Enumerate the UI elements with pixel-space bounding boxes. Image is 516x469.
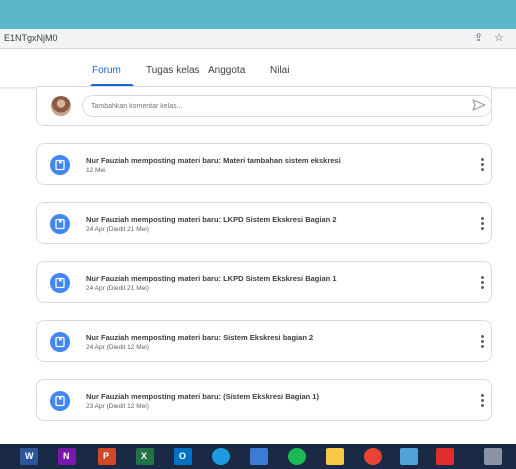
outlook-glyph: O: [179, 451, 187, 461]
share-icon[interactable]: ⇪: [474, 32, 483, 44]
post-date: 24 Apr (Diedit 21 Mei): [86, 226, 149, 233]
post-card[interactable]: Nur Fauziah memposting materi baru: LKPD…: [36, 202, 492, 244]
post-date: 24 Apr (Diedit 12 Mei): [86, 344, 149, 351]
tab-forum[interactable]: Forum: [92, 65, 121, 76]
material-icon: [50, 155, 70, 175]
word-icon[interactable]: W: [20, 448, 38, 465]
material-icon: [50, 332, 70, 352]
material-icon: [50, 214, 70, 234]
tab-nilai[interactable]: Nilai: [270, 65, 289, 76]
post-date: 23 Apr (Diedit 12 Mei): [86, 403, 149, 410]
address-bar[interactable]: E1NTgxNjM0 ⇪ ☆: [0, 29, 516, 49]
post-card[interactable]: Nur Fauziah memposting materi baru: Sist…: [36, 320, 492, 362]
post-title[interactable]: Nur Fauziah memposting materi baru: LKPD…: [86, 215, 337, 224]
class-tabs: Forum Tugas kelas Anggota Nilai: [0, 49, 516, 87]
onenote-icon[interactable]: N: [58, 448, 76, 465]
post-title[interactable]: Nur Fauziah memposting materi baru: Mate…: [86, 156, 341, 165]
bookmark-star-icon[interactable]: ☆: [494, 32, 504, 44]
class-comment-input[interactable]: [82, 95, 492, 117]
edge-icon[interactable]: [212, 448, 230, 465]
post-title[interactable]: Nur Fauziah memposting materi baru: LKPD…: [86, 274, 337, 283]
word-glyph: W: [25, 451, 34, 461]
folder-icon[interactable]: [326, 448, 344, 465]
more-options-icon[interactable]: [479, 276, 485, 290]
more-options-icon[interactable]: [479, 158, 485, 172]
chrome-icon[interactable]: [364, 448, 382, 465]
send-icon[interactable]: [471, 97, 487, 113]
excel-icon[interactable]: X: [136, 448, 154, 465]
spotify-icon[interactable]: [288, 448, 306, 465]
window-title-bar: [0, 0, 516, 29]
excel-glyph: X: [141, 451, 148, 461]
material-icon: [50, 391, 70, 411]
taskbar: WNPXO: [0, 444, 516, 469]
powerpoint-icon[interactable]: P: [98, 448, 116, 465]
avatar: [51, 96, 71, 116]
tab-tugas-kelas[interactable]: Tugas kelas: [146, 65, 200, 76]
more-options-icon[interactable]: [479, 335, 485, 349]
photos-icon[interactable]: [250, 448, 268, 465]
post-title[interactable]: Nur Fauziah memposting materi baru: Sist…: [86, 333, 313, 342]
post-card[interactable]: Nur Fauziah memposting materi baru: LKPD…: [36, 261, 492, 303]
acrobat-icon[interactable]: [436, 448, 454, 465]
tab-anggota[interactable]: Anggota: [208, 65, 245, 76]
monitor-icon[interactable]: [400, 448, 418, 465]
keyboard-icon[interactable]: [484, 448, 502, 465]
more-options-icon[interactable]: [479, 394, 485, 408]
post-title[interactable]: Nur Fauziah memposting materi baru: (Sis…: [86, 392, 319, 401]
onenote-glyph: N: [63, 451, 70, 461]
outlook-icon[interactable]: O: [174, 448, 192, 465]
post-card[interactable]: Nur Fauziah memposting materi baru: (Sis…: [36, 379, 492, 421]
more-options-icon[interactable]: [479, 217, 485, 231]
material-icon: [50, 273, 70, 293]
post-date: 24 Apr (Diedit 21 Mei): [86, 285, 149, 292]
powerpoint-glyph: P: [103, 451, 110, 461]
class-comment-card: [36, 86, 492, 126]
post-date: 12 Mei: [86, 167, 106, 174]
post-card[interactable]: Nur Fauziah memposting materi baru: Mate…: [36, 143, 492, 185]
url-text[interactable]: E1NTgxNjM0: [4, 33, 58, 43]
